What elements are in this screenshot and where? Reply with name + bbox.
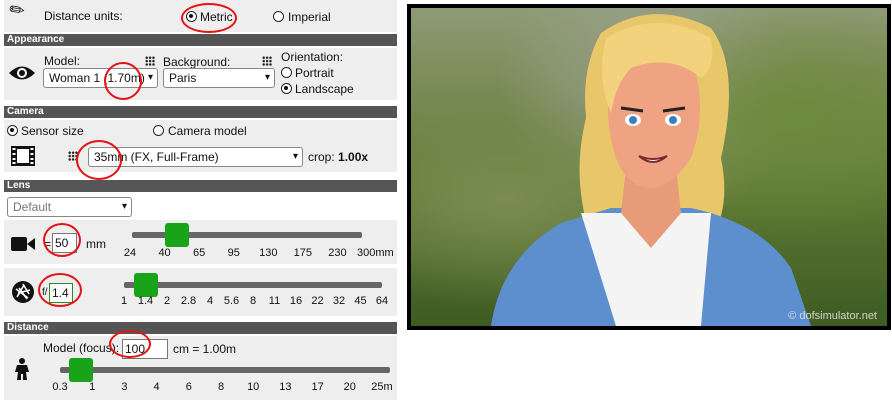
annotation-circle <box>76 140 122 180</box>
lens-preset-select[interactable]: Default ▾ <box>7 197 132 217</box>
film-icon <box>11 146 35 166</box>
grid-icon[interactable] <box>145 56 155 66</box>
distance-tick-label: 6 <box>185 381 192 393</box>
aperture-icon <box>12 281 34 303</box>
orientation-label: Orientation: <box>281 50 344 64</box>
camera-model-radio[interactable] <box>153 125 164 136</box>
distance-tick-label: 25m <box>371 381 393 393</box>
model-label: Model: <box>44 54 81 68</box>
annotation-circle <box>109 330 151 358</box>
focal-tick-label: 230 <box>328 247 347 259</box>
distance-tick-label: 13 <box>279 381 292 393</box>
crop-label: crop: 1.00x <box>308 150 369 164</box>
focal-tick-label: 65 <box>193 247 206 259</box>
focal-tick-label: 95 <box>227 247 240 259</box>
imperial-label[interactable]: Imperial <box>288 10 331 24</box>
distance-tick-label: 17 <box>311 381 324 393</box>
camera-model-label[interactable]: Camera model <box>168 124 247 138</box>
distance-header: Distance <box>4 322 397 334</box>
focal-tick-label: 130 <box>259 247 278 259</box>
focal-tick-label: 40 <box>158 247 171 259</box>
lens-header: Lens <box>4 180 397 192</box>
background-label: Background: <box>163 55 231 69</box>
aperture-slider-track[interactable] <box>124 282 382 288</box>
distance-tick-label: 20 <box>343 381 356 393</box>
distance-units-label: Distance units: <box>44 9 123 23</box>
focus-distance-result: cm = 1.00m <box>173 342 237 356</box>
watermark: © dofsimulator.net <box>788 310 877 322</box>
landscape-radio[interactable] <box>281 83 292 94</box>
distance-tick-label: 10 <box>247 381 260 393</box>
aperture-tick-label: 64 <box>375 295 389 307</box>
distance-tick-label: 0.3 <box>52 381 68 393</box>
focal-unit: mm <box>86 237 106 251</box>
annotation-circle <box>104 62 142 100</box>
annotation-circle <box>38 273 82 307</box>
sensor-size-radio[interactable] <box>7 125 18 136</box>
distance-slider-knob[interactable] <box>69 358 93 382</box>
distance-tick-label: 4 <box>153 381 160 393</box>
distance-tick-label: 1 <box>89 381 96 393</box>
landscape-label[interactable]: Landscape <box>295 82 354 96</box>
distance-tick-label: 3 <box>121 381 128 393</box>
focal-tick-label: 300mm <box>357 247 394 259</box>
settings-panel: ✎ Distance units: Metric Imperial Appear… <box>0 0 397 402</box>
background-select[interactable]: Paris ▾ <box>163 68 275 88</box>
focus-distance-label: Model (focus): <box>43 341 120 355</box>
imperial-radio[interactable] <box>273 11 284 22</box>
annotation-circle <box>43 223 81 257</box>
sensor-size-label[interactable]: Sensor size <box>21 124 84 138</box>
focal-tick-label: 24 <box>123 247 137 259</box>
grid-icon[interactable] <box>262 56 272 66</box>
person-icon <box>15 358 29 380</box>
distance-slider-track[interactable] <box>60 367 390 373</box>
eye-icon <box>9 66 35 80</box>
preview-image: © dofsimulator.net <box>407 4 891 330</box>
focal-slider-knob[interactable] <box>165 223 189 247</box>
portrait-label[interactable]: Portrait <box>295 66 334 80</box>
focal-tick-label: 175 <box>293 247 313 259</box>
woman-illustration <box>491 14 811 326</box>
appearance-header: Appearance <box>4 34 397 46</box>
camera-header: Camera <box>4 106 397 118</box>
video-camera-icon <box>11 237 35 251</box>
portrait-radio[interactable] <box>281 67 292 78</box>
distance-tick-label: 8 <box>217 381 225 393</box>
crop-value: 1.00x <box>338 150 369 164</box>
annotation-circle <box>181 3 237 33</box>
aperture-slider-knob[interactable] <box>134 273 158 297</box>
